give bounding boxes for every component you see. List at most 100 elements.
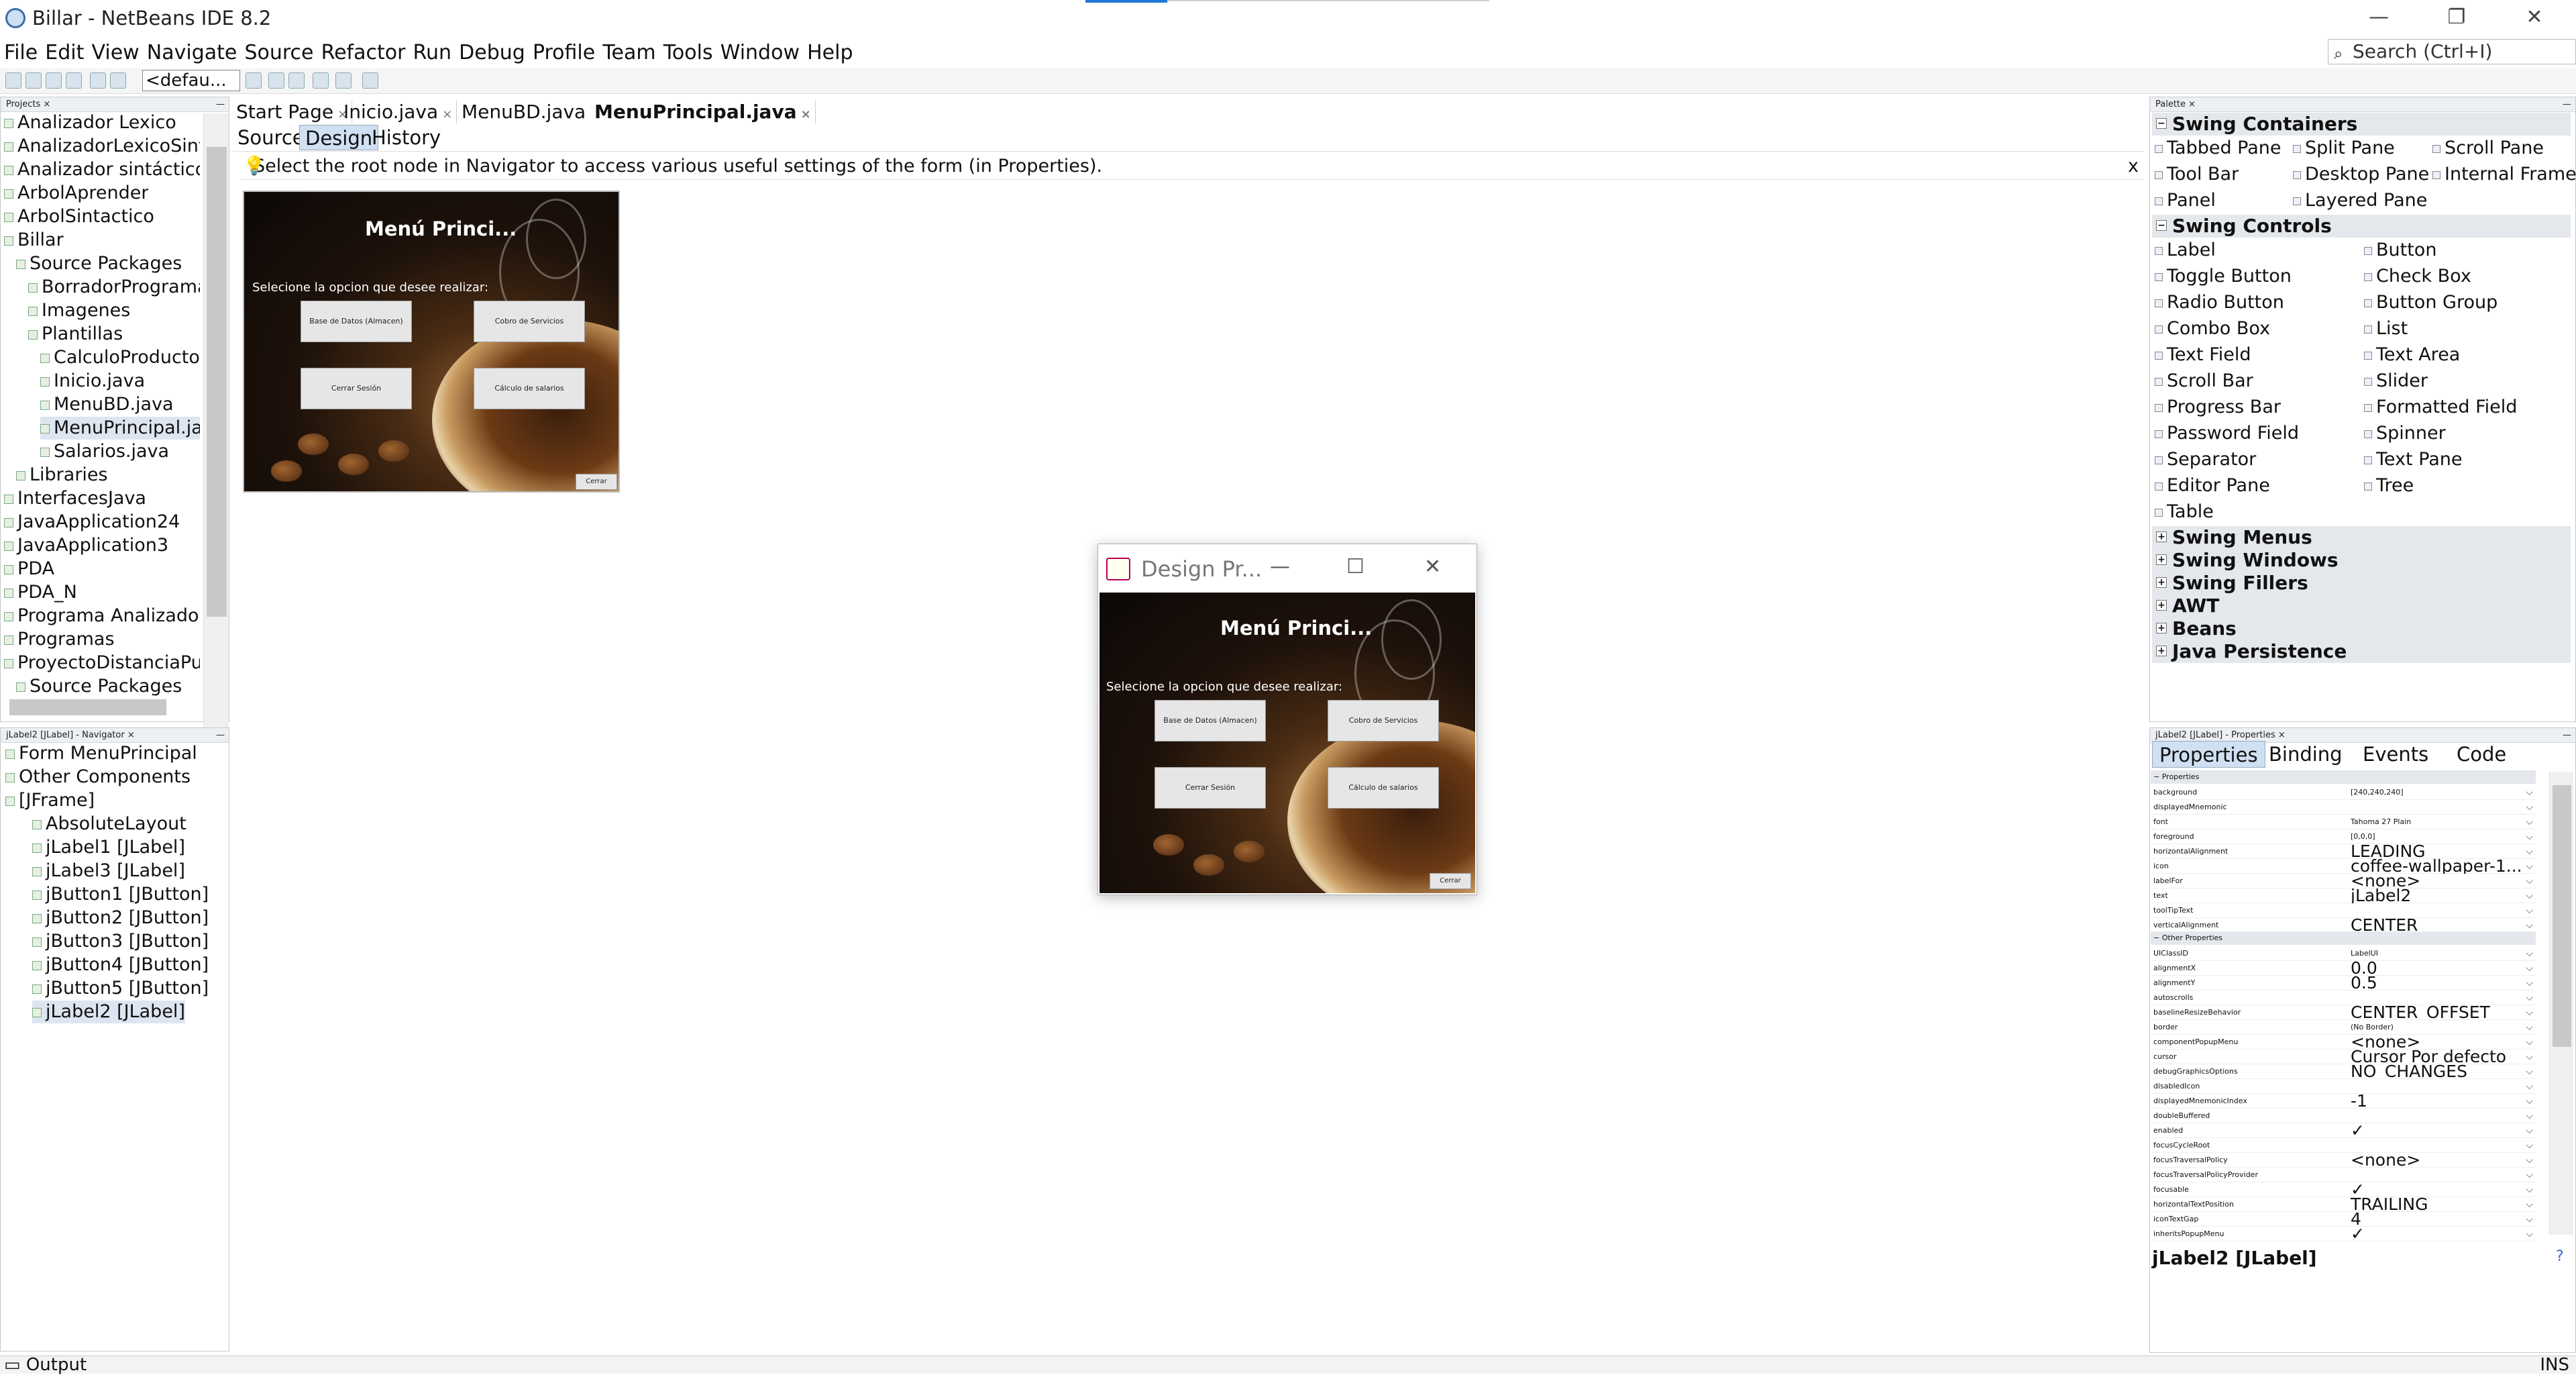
navigator-tree-item[interactable]: Other Components — [5, 766, 191, 788]
project-tree-item[interactable]: Plantillas — [28, 323, 123, 346]
dropdown-arrow-icon[interactable]: ⌵ — [2526, 859, 2533, 874]
navigator-tree-item[interactable]: jLabel2 [JLabel] — [32, 1001, 185, 1023]
dialog-minimize-button[interactable]: — — [1270, 555, 1290, 578]
redo-icon[interactable] — [110, 72, 126, 89]
palette-item[interactable]: Text Pane — [2364, 448, 2463, 471]
minimize-button[interactable]: — — [2359, 3, 2399, 32]
palette-item[interactable]: Button Group — [2364, 291, 2498, 314]
open-project-icon[interactable] — [46, 72, 62, 89]
project-tree-item[interactable]: BorradorPrograma — [28, 276, 200, 299]
palette-item[interactable]: Tree — [2364, 474, 2414, 497]
close-tab-icon[interactable]: × — [442, 107, 452, 121]
palette-item[interactable]: Toggle Button — [2155, 265, 2292, 288]
property-row[interactable]: doubleBuffered ⌵ — [2151, 1109, 2536, 1123]
property-row[interactable]: labelFor <none> ⌵ — [2151, 874, 2536, 888]
dropdown-arrow-icon[interactable]: ⌵ — [2526, 1138, 2533, 1153]
restore-button[interactable]: ❐ — [2436, 3, 2477, 32]
tab-properties[interactable]: Properties — [2152, 741, 2265, 768]
palette-section-awt[interactable]: + AWT — [2152, 595, 2571, 617]
palette-item[interactable]: Editor Pane — [2155, 474, 2270, 497]
properties-scrollbar[interactable] — [2549, 772, 2573, 1235]
dropdown-arrow-icon[interactable]: ⌵ — [2526, 961, 2533, 976]
navigator-tree-item[interactable]: Form MenuPrincipal — [5, 742, 197, 765]
palette-item[interactable]: Progress Bar — [2155, 396, 2281, 419]
property-row[interactable]: displayedMnemonicIndex -1 ⌵ — [2151, 1094, 2536, 1109]
property-row[interactable]: font Tahoma 27 Plain ⌵ — [2151, 815, 2536, 829]
close-form-button[interactable]: Cerrar — [1430, 873, 1471, 889]
dropdown-arrow-icon[interactable]: ⌵ — [2526, 888, 2533, 903]
project-tree-item[interactable]: Analizador sintáctico p — [4, 158, 200, 181]
property-value[interactable]: jLabel2 — [2348, 888, 2536, 903]
menu-navigate[interactable]: Navigate — [147, 39, 237, 67]
dropdown-arrow-icon[interactable]: ⌵ — [2526, 1020, 2533, 1035]
properties-group-header[interactable]: − Properties — [2151, 770, 2536, 784]
navigator-tree-item[interactable]: [JFrame] — [5, 789, 95, 812]
property-row[interactable]: focusable ✓ ⌵ — [2151, 1182, 2536, 1197]
property-value[interactable]: LEADING — [2348, 844, 2536, 859]
database-button[interactable]: Base de Datos (Almacen) — [301, 301, 412, 342]
palette-item[interactable]: Layered Pane — [2293, 189, 2427, 212]
logout-button[interactable]: Cerrar Sesión — [301, 368, 412, 409]
dropdown-arrow-icon[interactable]: ⌵ — [2526, 1153, 2533, 1168]
project-tree-item[interactable]: Analizador Lexico — [4, 111, 176, 134]
salaries-button[interactable]: Cálculo de salarios — [1328, 767, 1439, 809]
navigator-tree-item[interactable]: jLabel1 [JLabel] — [32, 836, 185, 859]
menu-edit[interactable]: Edit — [45, 39, 84, 67]
project-tree-item[interactable]: Salarios.java — [40, 440, 169, 463]
hint-close-button[interactable]: x — [2128, 154, 2139, 179]
property-row[interactable]: text jLabel2 ⌵ — [2151, 888, 2536, 903]
tab-history[interactable]: History — [366, 125, 446, 150]
menu-file[interactable]: File — [4, 39, 38, 67]
menu-refactor[interactable]: Refactor — [321, 39, 406, 67]
palette-item[interactable]: Formatted Field — [2364, 396, 2517, 419]
tab-menubd[interactable]: MenuBD.java× — [458, 101, 605, 123]
menu-tools[interactable]: Tools — [663, 39, 713, 67]
property-value[interactable]: 0.5 — [2348, 976, 2536, 990]
dropdown-arrow-icon[interactable]: ⌵ — [2526, 918, 2533, 933]
dropdown-arrow-icon[interactable]: ⌵ — [2526, 1064, 2533, 1079]
dialog-maximize-button[interactable]: ☐ — [1346, 555, 1364, 578]
project-tree-item[interactable]: ProyectoDistanciaPunt — [4, 652, 200, 674]
salaries-button[interactable]: Cálculo de salarios — [474, 368, 585, 409]
property-row[interactable]: componentPopupMenu <none> ⌵ — [2151, 1035, 2536, 1050]
project-tree-item[interactable]: JavaApplication24 — [4, 511, 180, 533]
property-row[interactable]: baselineResizeBehavior CENTER_OFFSET ⌵ — [2151, 1005, 2536, 1020]
palette-item[interactable]: Radio Button — [2155, 291, 2284, 314]
property-value[interactable]: NO_CHANGES — [2348, 1064, 2536, 1079]
dropdown-arrow-icon[interactable]: ⌵ — [2526, 976, 2533, 990]
project-tree-item[interactable]: JavaApplication3 — [4, 534, 168, 557]
dropdown-arrow-icon[interactable]: ⌵ — [2526, 1227, 2533, 1241]
palette-item[interactable]: Combo Box — [2155, 317, 2270, 340]
property-value[interactable]: Tahoma 27 Plain — [2348, 815, 2536, 829]
palette-item[interactable]: Desktop Pane — [2293, 163, 2429, 186]
property-row[interactable]: cursor Cursor Por defecto ⌵ — [2151, 1050, 2536, 1064]
palette-section-fillers[interactable]: + Swing Fillers — [2152, 572, 2571, 595]
dropdown-arrow-icon[interactable]: ⌵ — [2526, 903, 2533, 918]
tab-menuprincipal[interactable]: MenuPrincipal.java × — [590, 101, 816, 123]
project-tree-item[interactable]: MenuBD.java — [40, 393, 174, 416]
menu-debug[interactable]: Debug — [459, 39, 525, 67]
project-tree-item[interactable]: Inicio.java — [40, 370, 145, 393]
dialog-close-button[interactable]: ✕ — [1424, 555, 1441, 578]
minimize-panel-icon[interactable]: — — [216, 728, 225, 743]
project-tree-item[interactable]: Source Packages — [16, 675, 182, 698]
project-tree-item[interactable]: AnalizadorLexicoSintac — [4, 135, 200, 158]
project-tree-item[interactable]: Programas — [4, 628, 115, 651]
property-value[interactable]: 0.0 — [2348, 961, 2536, 976]
build-icon[interactable] — [268, 72, 284, 89]
property-value[interactable]: <none> — [2348, 1035, 2536, 1050]
property-row[interactable]: autoscrolls ⌵ — [2151, 990, 2536, 1005]
navigator-tree-item[interactable]: jButton1 [JButton] — [32, 883, 209, 906]
navigator-tree-item[interactable]: jLabel3 [JLabel] — [32, 860, 185, 882]
palette-item[interactable]: Text Area — [2364, 344, 2460, 366]
palette-section-persistence[interactable]: + Java Persistence — [2152, 640, 2571, 663]
property-value[interactable]: ✓ — [2348, 1227, 2536, 1241]
property-value[interactable]: CENTER_OFFSET — [2348, 1005, 2536, 1020]
save-all-icon[interactable] — [66, 72, 82, 89]
services-button[interactable]: Cobro de Servicios — [1328, 700, 1439, 742]
property-value[interactable]: LabelUI — [2348, 946, 2536, 961]
close-tab-icon[interactable]: × — [801, 107, 811, 121]
dropdown-arrow-icon[interactable]: ⌵ — [2526, 874, 2533, 888]
palette-item[interactable]: List — [2364, 317, 2408, 340]
menu-help[interactable]: Help — [807, 39, 853, 67]
